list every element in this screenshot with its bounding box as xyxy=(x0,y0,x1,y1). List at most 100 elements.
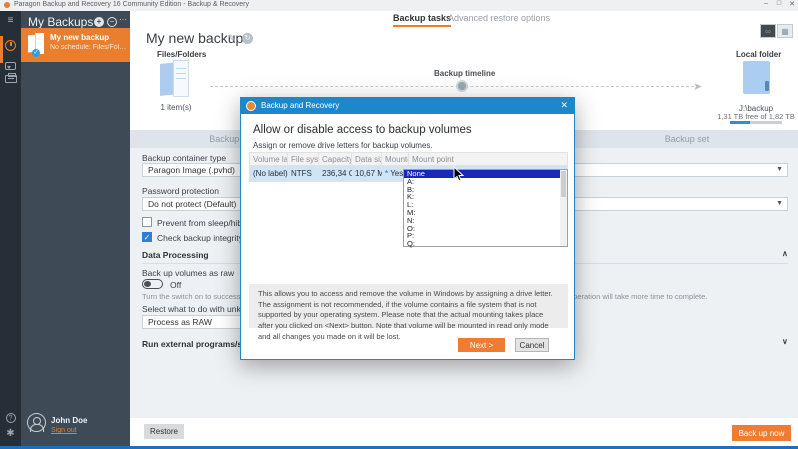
raw-volumes-toggle[interactable] xyxy=(142,279,163,289)
cell-capacity: 236,34 GB xyxy=(319,167,352,180)
dropdown-option[interactable]: M: xyxy=(404,209,567,217)
dropdown-option[interactable]: A: xyxy=(404,178,567,186)
user-name: John Doe xyxy=(51,416,87,425)
col-volume-label: Volume label xyxy=(250,153,288,165)
dropdown-option[interactable]: None xyxy=(404,170,567,178)
tab-advanced-restore-options[interactable]: Advanced restore options xyxy=(448,13,550,23)
check-integrity-checkbox[interactable]: ✓ xyxy=(142,232,152,242)
dialog-info-text: This allows you to access and remove the… xyxy=(249,284,568,328)
toggle-state-label: Off xyxy=(170,280,181,290)
col-mounted: Mounted xyxy=(382,153,409,165)
feedback-chat-icon[interactable] xyxy=(0,62,21,72)
col-file-system: File system xyxy=(288,153,319,165)
backup-item-schedule: No schedule: Files/Folders ... xyxy=(50,44,128,51)
container-type-label: Backup container type xyxy=(142,153,226,163)
prevent-sleep-checkbox[interactable] xyxy=(142,217,152,227)
dropdown-option[interactable]: O: xyxy=(404,225,567,233)
raw-volumes-label: Back up volumes as raw xyxy=(142,268,234,278)
col-capacity: Capacity xyxy=(319,153,352,165)
next-button[interactable]: Next > xyxy=(458,338,505,352)
os-titlebar: Paragon Backup and Recovery 16 Community… xyxy=(0,0,798,11)
password-protection-value: Do not protect (Default) xyxy=(148,199,236,209)
dropdown-option[interactable]: Q: xyxy=(404,240,567,248)
data-processing-header: Data Processing xyxy=(142,250,209,260)
avatar xyxy=(27,413,46,432)
chevron-down-icon: ▼ xyxy=(776,198,783,210)
table-header-row: Volume label File system Capacity Data s… xyxy=(249,152,568,166)
remove-backup-icon[interactable]: − xyxy=(107,17,117,27)
app-icon xyxy=(4,2,10,8)
cell-data-size: 10,67 MB xyxy=(352,167,382,180)
help-icon[interactable]: ? xyxy=(0,412,21,423)
cell-file-system: NTFS xyxy=(288,167,319,180)
dropdown-option[interactable]: L: xyxy=(404,201,567,209)
dialog-close-icon[interactable]: ✕ xyxy=(560,100,568,111)
hamburger-menu-icon[interactable]: ≡ xyxy=(0,15,21,26)
backup-and-recovery-dialog: Backup and Recovery ✕ Allow or disable a… xyxy=(240,97,575,360)
left-rail: ≡ ? ✱ xyxy=(0,11,21,446)
destination-free-space: 1,31 TB free of 1,82 TB xyxy=(696,112,798,121)
sidebar-title: My Backups xyxy=(28,15,93,29)
collapse-chevron-up-icon[interactable]: ∧ xyxy=(782,249,788,258)
user-panel: John Doe Sign out xyxy=(21,413,130,443)
dialog-titlebar[interactable]: Backup and Recovery ✕ xyxy=(241,98,574,114)
cancel-button[interactable]: Cancel xyxy=(515,338,549,352)
app-window: Paragon Backup and Recovery 16 Community… xyxy=(0,0,798,449)
timeline-line xyxy=(210,86,694,87)
col-mount-point: Mount point xyxy=(409,153,567,165)
expand-chevron-down-icon[interactable]: ∨ xyxy=(782,337,788,346)
destination-folder-icon[interactable] xyxy=(743,61,770,94)
password-protection-label: Password protection xyxy=(142,186,219,196)
col-data-size: Data size xyxy=(352,153,382,165)
source-folder-icon[interactable] xyxy=(160,60,190,97)
destination-label: Local folder xyxy=(736,50,781,59)
mount-point-dropdown-list: None A: B: K: L: M: N: O: P: Q: xyxy=(403,169,568,247)
tab-backup-tasks[interactable]: Backup tasks xyxy=(393,13,451,23)
view-toggle-grid-icon[interactable]: ▦ xyxy=(777,24,793,38)
sign-out-link[interactable]: Sign out xyxy=(51,427,77,434)
timeline-label: Backup timeline xyxy=(434,69,495,78)
backup-folder-icon: ✓ xyxy=(28,33,44,54)
sidebar-item-my-new-backup[interactable]: ✓ My new backup No schedule: Files/Folde… xyxy=(21,28,130,62)
backup-jobs-clock-icon[interactable] xyxy=(0,40,21,53)
dropdown-option[interactable]: N: xyxy=(404,217,567,225)
source-label: Files/Folders xyxy=(157,50,206,59)
settings-gear-icon[interactable]: ✱ xyxy=(0,428,21,439)
dialog-heading: Allow or disable access to backup volume… xyxy=(253,124,472,136)
timeline-arrow-icon: ➤ xyxy=(693,80,702,93)
unknown-fs-value: Process as RAW xyxy=(148,317,212,327)
tab-backup-set[interactable]: Backup set xyxy=(627,134,747,144)
close-button[interactable]: ✕ xyxy=(786,0,798,8)
cell-volume-label: (No label) xyxy=(250,167,288,180)
minimize-button[interactable]: – xyxy=(760,0,772,7)
add-backup-icon[interactable]: + xyxy=(94,17,104,27)
mounted-star-icon: * xyxy=(385,169,388,178)
dialog-logo-icon xyxy=(246,101,256,111)
edit-pencil-icon[interactable]: ✎ xyxy=(228,33,236,44)
restore-button[interactable]: Restore xyxy=(144,424,184,439)
backup-now-button[interactable]: Back up now xyxy=(732,425,791,441)
dropdown-option[interactable]: P: xyxy=(404,232,567,240)
dropdown-scrollbar[interactable] xyxy=(560,170,567,246)
dialog-subheading: Assign or remove drive letters for backu… xyxy=(253,141,433,150)
footer-bar: Restore Back up now xyxy=(130,418,798,446)
check-badge-icon: ✓ xyxy=(32,49,40,57)
dropdown-option[interactable]: B: xyxy=(404,186,567,194)
archives-printer-icon[interactable] xyxy=(0,75,21,85)
clone-backup-icon[interactable]: ↻ xyxy=(242,33,253,44)
timeline-node-icon[interactable] xyxy=(456,80,468,92)
more-options-icon[interactable]: ··· xyxy=(119,15,127,24)
backup-item-name: My new backup xyxy=(50,33,109,42)
mounted-value: Yes xyxy=(390,169,403,178)
raw-hint-right: operation will take more time to complet… xyxy=(569,292,707,301)
maximize-button[interactable]: □ xyxy=(773,0,785,7)
chevron-down-icon: ▼ xyxy=(776,164,783,176)
container-type-value: Paragon Image (.pvhd) xyxy=(148,165,235,175)
destination-usage-bar xyxy=(730,121,782,124)
dialog-title: Backup and Recovery xyxy=(261,101,339,110)
dropdown-option[interactable]: K: xyxy=(404,193,567,201)
window-title: Paragon Backup and Recovery 16 Community… xyxy=(14,1,249,8)
sidebar: My Backups + − ··· ✓ My new backup No sc… xyxy=(21,11,130,446)
view-toggle-list-icon[interactable]: ∞ xyxy=(760,24,776,38)
source-item-count: 1 item(s) xyxy=(154,103,198,112)
